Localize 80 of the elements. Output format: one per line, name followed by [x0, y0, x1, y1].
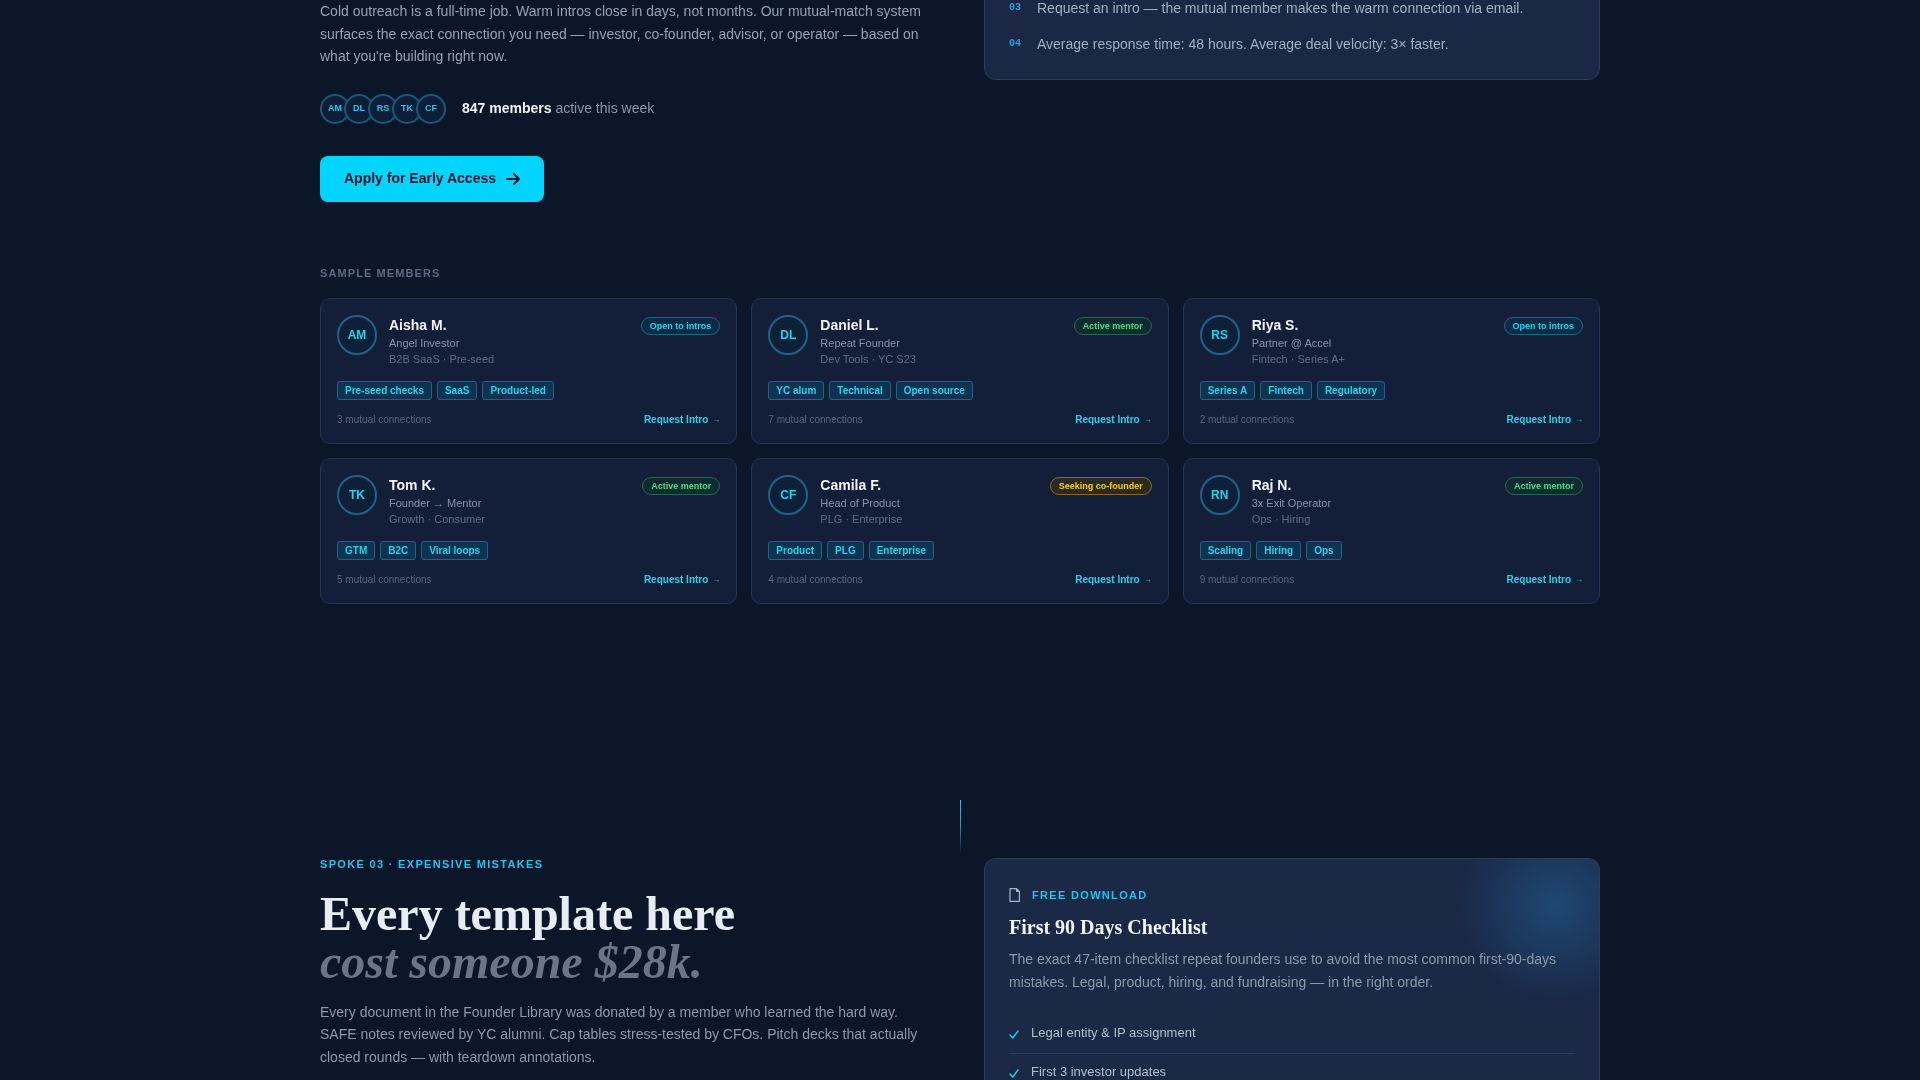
- member-tag: Fintech: [1260, 380, 1312, 400]
- member-name: Camila F.: [820, 475, 882, 495]
- member-role: Founder → Mentor: [389, 495, 482, 511]
- member-tag: Regulatory: [1316, 380, 1386, 400]
- checklist-item: First 3 investor updates: [1031, 1063, 1167, 1080]
- member-role: Partner @ Accel: [1251, 335, 1332, 351]
- member-name: Aisha M.: [389, 315, 447, 335]
- member-avatar: DL: [768, 314, 809, 355]
- request-intro-link[interactable]: Request Intro →: [1075, 572, 1152, 587]
- member-name: Riya S.: [1251, 315, 1299, 335]
- member-tag: Ops: [1306, 540, 1342, 560]
- member-avatar: TK: [337, 474, 377, 515]
- member-tag: PLG: [827, 540, 864, 560]
- member-role: Head of Product: [820, 495, 900, 511]
- member-tag: Hiring: [1256, 540, 1302, 560]
- card-title: First 90 Days Checklist: [1009, 914, 1208, 941]
- member-avatar: CF: [768, 474, 809, 515]
- section-heading: Every template here cost someone $28k.: [320, 889, 735, 986]
- intro-paragraph: Cold outreach is a full-time job. Warm intros close in days, not months. Our mutual-match system surfaces the exact connection you need — investor, co-founder, advisor, or operator — based on what you're building right now.: [320, 2, 922, 66]
- status-badge: Open to intros: [640, 316, 721, 335]
- member-meta: Growth · Consumer: [389, 511, 485, 527]
- status-badge: Active mentor: [1504, 476, 1583, 495]
- member-tag: Pre-seed checks: [337, 380, 432, 400]
- request-intro-link[interactable]: Request Intro →: [643, 412, 721, 427]
- apply-button[interactable]: Apply for Early Access: [320, 155, 544, 202]
- member-meta: Dev Tools · YC S23: [820, 351, 916, 367]
- document-icon: [1009, 887, 1020, 902]
- member-tag: Product: [768, 540, 823, 560]
- request-intro-link[interactable]: Request Intro →: [1075, 412, 1152, 427]
- member-tag: Open source: [895, 380, 973, 400]
- request-intro-link[interactable]: Request Intro →: [1506, 572, 1583, 587]
- step-text: Request an intro — the mutual member makes the warm connection via email.: [1037, 0, 1524, 16]
- accent-line: [959, 799, 961, 854]
- member-role: 3x Exit Operator: [1251, 495, 1332, 511]
- section-eyebrow: SPOKE 03 · EXPENSIVE MISTAKES: [320, 857, 544, 870]
- mutual-connections: 2 mutual connections: [1199, 412, 1295, 427]
- member-meta: Ops · Hiring: [1251, 511, 1311, 527]
- mutual-connections: 4 mutual connections: [768, 572, 863, 587]
- member-role: Repeat Founder: [820, 335, 900, 351]
- member-avatar: RN: [1199, 474, 1240, 515]
- member-tag: GTM: [337, 540, 376, 560]
- status-badge: Active mentor: [642, 476, 721, 495]
- card-eyebrow: FREE DOWNLOAD: [1032, 887, 1148, 903]
- member-avatar: AM: [337, 314, 377, 355]
- member-name: Daniel L.: [820, 315, 879, 335]
- member-tag: SaaS: [436, 380, 478, 400]
- request-intro-link[interactable]: Request Intro →: [643, 572, 721, 587]
- card-description: The exact 47-item checklist repeat founders use to avoid the most common first-90-days mistakes. Legal, product, hiring, and fundraising — in the right order.: [1009, 949, 1558, 992]
- member-meta: PLG · Enterprise: [820, 511, 903, 527]
- status-badge: Open to intros: [1503, 316, 1583, 335]
- step-number: 04: [1009, 37, 1022, 51]
- member-tag: Technical: [829, 380, 891, 400]
- members-count: 847 members active this week: [462, 99, 655, 118]
- member-name: Raj N.: [1251, 475, 1292, 495]
- member-meta: Fintech · Series A+: [1251, 351, 1345, 367]
- member-tag: Viral loops: [421, 540, 489, 560]
- member-meta: B2B SaaS · Pre-seed: [389, 351, 495, 367]
- member-tag: Scaling: [1199, 540, 1252, 560]
- step-number: 03: [1009, 1, 1022, 15]
- member-tag: Enterprise: [868, 540, 935, 560]
- section-label: SAMPLE MEMBERS: [320, 265, 441, 281]
- member-avatar: CF: [416, 93, 446, 124]
- request-intro-link[interactable]: Request Intro →: [1506, 412, 1583, 427]
- member-tag: YC alum: [768, 380, 825, 400]
- arrow-right-icon: [506, 171, 520, 186]
- checklist-item: Legal entity & IP assignment: [1031, 1024, 1196, 1041]
- member-tag: B2C: [380, 540, 417, 560]
- step-text: Average response time: 48 hours. Average deal velocity: 3× faster.: [1037, 36, 1449, 52]
- mutual-connections: 3 mutual connections: [337, 412, 432, 427]
- status-badge: Seeking co-founder: [1049, 476, 1152, 495]
- mutual-connections: 5 mutual connections: [337, 572, 432, 587]
- member-tag: Series A: [1199, 380, 1256, 400]
- mutual-connections: 7 mutual connections: [768, 412, 863, 427]
- member-avatar: RS: [1199, 314, 1240, 355]
- status-badge: Active mentor: [1073, 316, 1152, 335]
- member-role: Angel Investor: [389, 335, 460, 351]
- member-name: Tom K.: [389, 475, 436, 495]
- section-paragraph: Every document in the Founder Library was donated by a member who learned the hard way. SAFE notes reviewed by YC alumni. Cap tables stress-tested by CFOs. Pitch decks that actually closed rounds — with teardown annotations.: [320, 1002, 919, 1067]
- mutual-connections: 9 mutual connections: [1199, 572, 1295, 587]
- member-tag: Product-led: [482, 380, 554, 400]
